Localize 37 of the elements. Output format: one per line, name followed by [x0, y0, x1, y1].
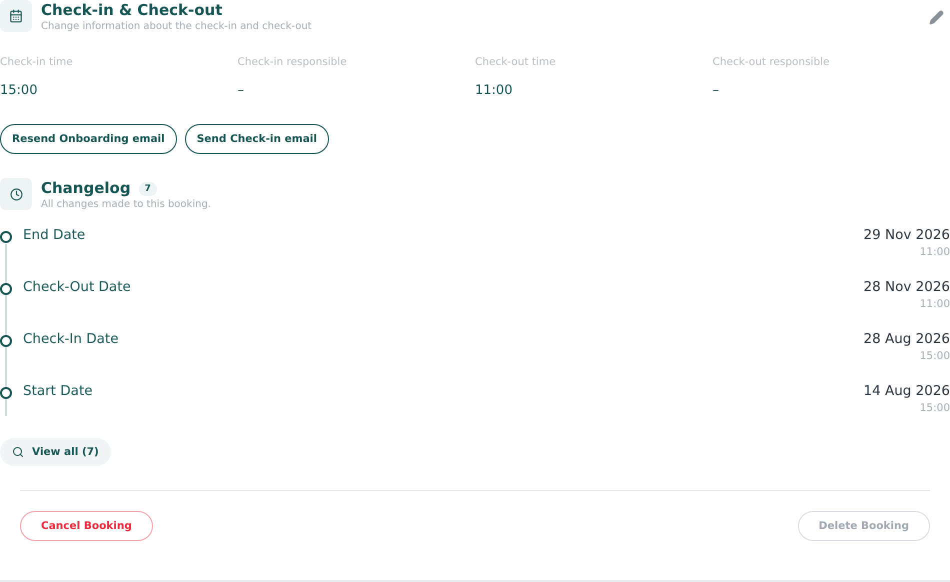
field-label: Check-out time	[475, 56, 557, 68]
timeline-dot	[0, 335, 12, 347]
change-time: 15:00	[920, 350, 950, 362]
field-value: –	[712, 83, 720, 98]
view-all-button[interactable]: View all (7)	[0, 438, 111, 466]
section-title: Check-in & Check-out	[41, 0, 222, 20]
change-label: Start Date	[23, 383, 93, 401]
change-date: 28 Nov 2026	[864, 279, 950, 295]
change-date: 28 Aug 2026	[864, 331, 950, 347]
change-date: 14 Aug 2026	[864, 383, 950, 399]
field-value: 11:00	[475, 83, 514, 98]
changelog-title: Changelog	[41, 178, 131, 198]
count-badge: 7	[138, 182, 157, 196]
search-icon	[12, 446, 24, 458]
change-label: End Date	[23, 227, 86, 245]
edit-icon[interactable]	[929, 10, 944, 25]
field-value: –	[238, 83, 245, 98]
email-button[interactable]: Resend Onboarding email	[0, 124, 177, 154]
timeline-dot	[0, 283, 12, 295]
email-button[interactable]: Send Check-in email	[184, 124, 330, 154]
field-label: Check-out responsible	[712, 56, 831, 68]
section-subtitle: Change information about the check-in and check-out	[41, 21, 312, 32]
field-value: 15:00	[0, 83, 38, 98]
calendar-icon	[0, 0, 32, 32]
timeline-dot	[0, 387, 12, 399]
changelog-subtitle: All changes made to this booking.	[41, 199, 211, 210]
change-date: 29 Nov 2026	[864, 227, 950, 243]
change-label: Check-In Date	[23, 331, 118, 349]
timeline-dot	[0, 231, 12, 243]
change-label: Check-Out Date	[23, 279, 131, 297]
cancel-booking-button[interactable]: Cancel Booking	[20, 511, 153, 541]
clock-icon	[0, 178, 32, 210]
change-time: 11:00	[920, 246, 950, 258]
change-time: 11:00	[920, 298, 950, 310]
field-label: Check-in responsible	[238, 56, 348, 68]
change-time: 15:00	[920, 402, 950, 414]
field-label: Check-in time	[0, 56, 74, 68]
